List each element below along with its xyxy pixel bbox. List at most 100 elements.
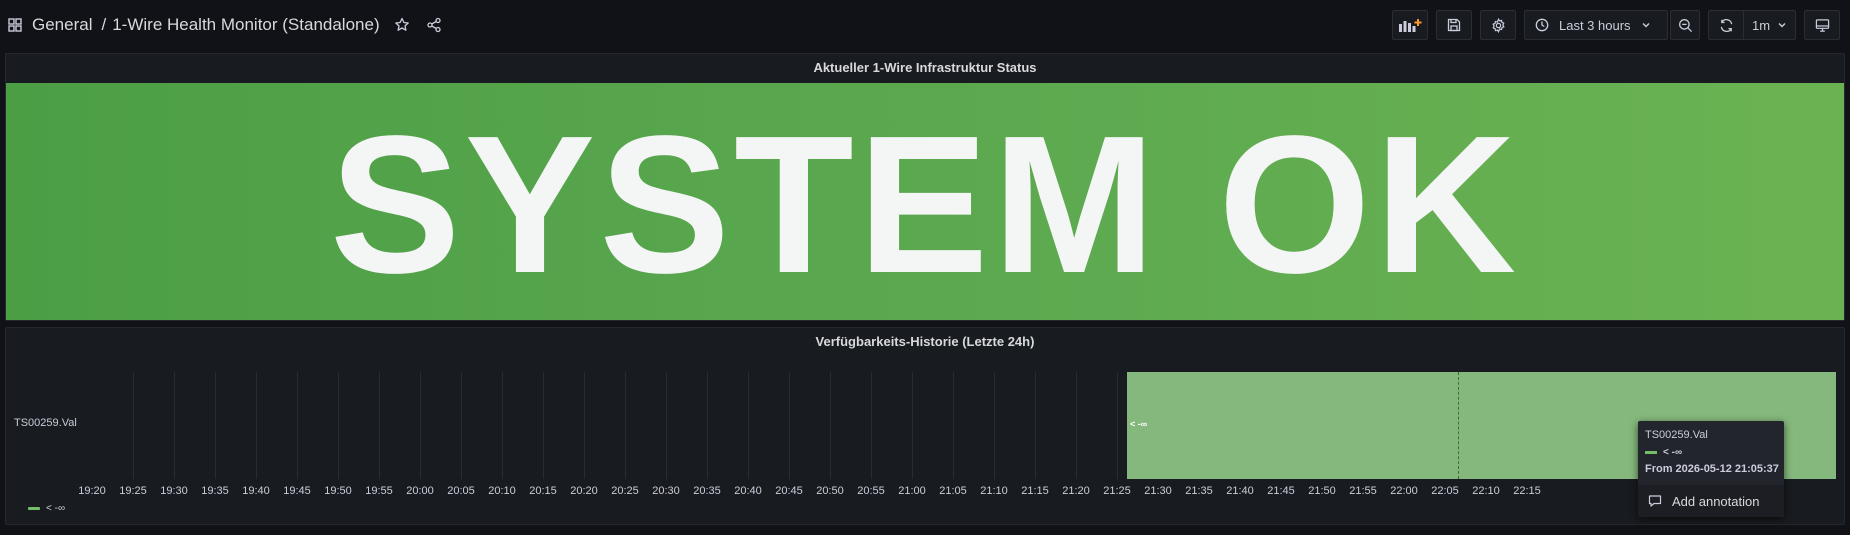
tooltip-swatch (1645, 451, 1657, 454)
grid-line (543, 372, 544, 479)
x-axis-tick: 20:30 (652, 485, 680, 497)
x-axis-tick: 20:55 (857, 485, 885, 497)
x-axis-tick: 19:45 (283, 485, 311, 497)
monitor-icon (1815, 18, 1829, 32)
x-axis-tick: 21:10 (980, 485, 1008, 497)
grid-line (215, 372, 216, 479)
x-axis-tick: 22:05 (1431, 485, 1459, 497)
breadcrumb: General / 1-Wire Health Monitor (Standal… (5, 11, 448, 39)
x-axis-tick: 19:50 (324, 485, 352, 497)
grid-line (1035, 372, 1036, 479)
x-axis-tick: 21:35 (1185, 485, 1213, 497)
grid-line (174, 372, 175, 479)
time-range-picker[interactable]: Last 3 hours (1524, 10, 1668, 40)
tooltip-value: < -∞ (1663, 447, 1683, 458)
dashboard-title[interactable]: 1-Wire Health Monitor (Standalone) (112, 15, 379, 35)
status-panel-title[interactable]: Aktueller 1-Wire Infrastruktur Status (6, 60, 1844, 75)
refresh-button[interactable] (1708, 10, 1744, 40)
grid-line (912, 372, 913, 479)
x-axis-tick: 21:20 (1062, 485, 1090, 497)
x-axis-tick: 19:35 (201, 485, 229, 497)
save-dashboard-button[interactable] (1436, 10, 1472, 40)
legend-swatch (28, 507, 40, 510)
breadcrumb-folder[interactable]: General (32, 15, 92, 35)
grid-line (584, 372, 585, 479)
grid-line (625, 372, 626, 479)
add-panel-icon (1399, 19, 1422, 32)
save-icon (1447, 18, 1461, 32)
x-axis-tick: 19:25 (119, 485, 147, 497)
chevron-down-icon (1642, 23, 1650, 28)
x-axis-tick: 22:00 (1390, 485, 1418, 497)
hover-cursor-line (1458, 372, 1459, 479)
grid-line (502, 372, 503, 479)
star-icon[interactable] (388, 11, 416, 39)
zoom-out-button[interactable] (1670, 10, 1700, 40)
state-timeline-plot[interactable]: < -∞ (104, 372, 1836, 479)
x-axis-tick: 19:40 (242, 485, 270, 497)
history-panel-title[interactable]: Verfügbarkeits-Historie (Letzte 24h) (6, 334, 1844, 349)
series-row-label: TS00259.Val (14, 417, 77, 429)
x-axis-tick: 21:05 (939, 485, 967, 497)
dashboard-toolbar: Last 3 hours 1m (1392, 10, 1840, 40)
x-axis-tick: 19:55 (365, 485, 393, 497)
x-axis-tick: 21:55 (1349, 485, 1377, 497)
x-axis-tick: 21:50 (1308, 485, 1336, 497)
x-axis-tick: 21:45 (1267, 485, 1295, 497)
add-panel-button[interactable] (1392, 10, 1428, 40)
legend-label: < -∞ (46, 503, 66, 514)
status-panel: Aktueller 1-Wire Infrastruktur Status SY… (5, 53, 1845, 321)
grid-line (953, 372, 954, 479)
grid-line (338, 372, 339, 479)
x-axis-tick: 21:40 (1226, 485, 1254, 497)
x-axis-tick: 21:25 (1103, 485, 1131, 497)
grid-line (707, 372, 708, 479)
x-axis-tick: 20:15 (529, 485, 557, 497)
refresh-interval-label: 1m (1752, 17, 1771, 33)
dashboard-settings-button[interactable] (1480, 10, 1516, 40)
add-annotation-label: Add annotation (1672, 493, 1760, 509)
grid-line (666, 372, 667, 479)
x-axis-tick: 21:00 (898, 485, 926, 497)
grid-line (789, 372, 790, 479)
x-axis-tick: 21:30 (1144, 485, 1172, 497)
x-axis-tick: 20:50 (816, 485, 844, 497)
gear-icon (1491, 17, 1505, 33)
top-nav-bar: General / 1-Wire Health Monitor (Standal… (0, 0, 1850, 50)
refresh-interval-picker[interactable]: 1m (1744, 10, 1796, 40)
tooltip-from-time: From 2026-05-12 21:05:37 (1645, 463, 1779, 475)
x-axis-tick: 20:40 (734, 485, 762, 497)
comment-icon (1648, 495, 1662, 507)
status-stat-box: SYSTEM OK (6, 83, 1844, 320)
view-mode-button[interactable] (1804, 10, 1840, 40)
tooltip-value-row: < -∞ (1645, 447, 1682, 458)
x-axis-tick: 20:00 (406, 485, 434, 497)
grid-line (256, 372, 257, 479)
x-axis-tick: 20:10 (488, 485, 516, 497)
grid-line (379, 372, 380, 479)
chevron-down-icon (1778, 23, 1786, 28)
x-axis-tick: 20:20 (570, 485, 598, 497)
grid-line (748, 372, 749, 479)
dashboards-grid-icon[interactable] (5, 15, 25, 35)
add-annotation-button[interactable]: Add annotation (1638, 485, 1784, 517)
status-value: SYSTEM OK (329, 95, 1521, 314)
grid-line (133, 372, 134, 479)
x-axis-tick: 20:45 (775, 485, 803, 497)
x-axis-tick: 19:30 (160, 485, 188, 497)
zoom-out-icon (1678, 18, 1692, 32)
x-axis-tick: 20:35 (693, 485, 721, 497)
grid-line (420, 372, 421, 479)
x-axis-tick: 21:15 (1021, 485, 1049, 497)
clock-icon (1535, 18, 1549, 32)
legend-item[interactable]: < -∞ (28, 503, 65, 514)
share-icon[interactable] (420, 11, 448, 39)
state-value-label: < -∞ (1130, 419, 1148, 429)
x-axis-tick: 22:10 (1472, 485, 1500, 497)
grid-line (461, 372, 462, 479)
hover-tooltip: TS00259.Val < -∞ From 2026-05-12 21:05:3… (1638, 421, 1784, 517)
grid-line (830, 372, 831, 479)
x-axis-tick: 19:20 (78, 485, 106, 497)
x-axis-tick: 20:25 (611, 485, 639, 497)
grid-line (871, 372, 872, 479)
